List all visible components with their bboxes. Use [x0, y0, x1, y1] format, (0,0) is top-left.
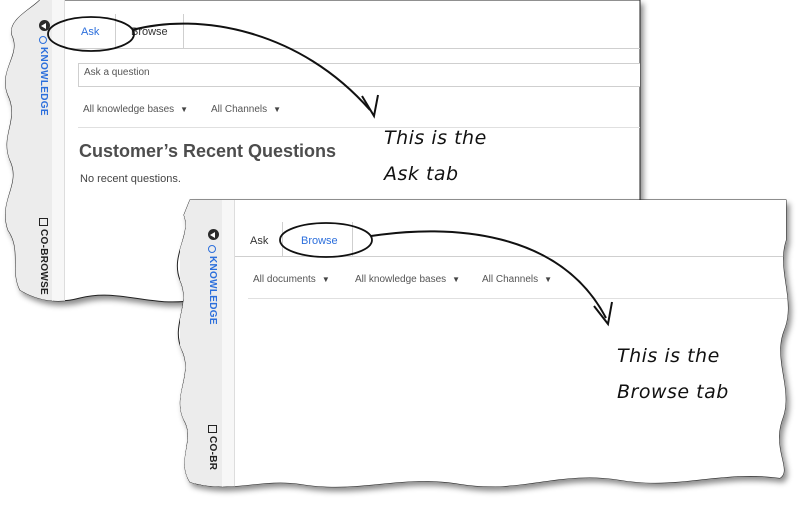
tab-divider: [352, 222, 353, 256]
collapse-arrow-icon[interactable]: [39, 20, 50, 31]
sidebar-panel-edge: [52, 0, 65, 330]
caret-down-icon: ▼: [321, 275, 330, 284]
channels-dropdown-label: All Channels: [211, 104, 268, 115]
sidebar-cobrowse-label: CO-BR: [207, 436, 218, 471]
filter-divider: [248, 298, 793, 299]
sidebar-cobrowse-label: CO-BROWSE: [38, 229, 49, 296]
ask-tab-callout: This is the Ask tab: [384, 120, 487, 192]
ask-question-input[interactable]: Ask a question: [78, 63, 648, 87]
documents-dropdown-label: All documents: [253, 274, 316, 285]
caret-down-icon: ▼: [273, 105, 282, 114]
recent-questions-heading: Customer’s Recent Questions: [79, 141, 337, 161]
caret-down-icon: ▼: [544, 275, 553, 284]
knowledge-base-dropdown-label: All knowledge bases: [83, 104, 175, 115]
caret-down-icon: ▼: [452, 275, 461, 284]
sidebar-tab-cobrowse[interactable]: CO-BROWSE: [38, 218, 49, 295]
tab-ask[interactable]: Ask: [250, 235, 268, 247]
sidebar-knowledge-label: KNOWLEDGE: [207, 256, 218, 325]
knowledge-base-dropdown-label: All knowledge bases: [355, 274, 447, 285]
tab-ask[interactable]: Ask: [81, 26, 99, 38]
tab-divider: [115, 14, 116, 48]
channels-dropdown-label: All Channels: [482, 274, 539, 285]
knowledge-base-dropdown[interactable]: All knowledge bases ▼: [355, 274, 460, 285]
lightbulb-icon: [39, 36, 47, 44]
collapse-arrow-icon[interactable]: [208, 229, 219, 240]
filter-divider: [78, 127, 648, 128]
empty-state-text: No recent questions.: [80, 173, 181, 185]
screen-icon: [39, 218, 48, 226]
tab-divider: [282, 222, 283, 256]
sidebar-panel-edge: [222, 200, 235, 500]
lightbulb-icon: [208, 245, 216, 253]
documents-dropdown[interactable]: All documents ▼: [253, 274, 330, 285]
ask-callout-line1: This is the: [384, 127, 487, 149]
tab-browse[interactable]: Browse: [301, 235, 338, 247]
tab-divider: [183, 14, 184, 48]
browse-callout-line1: This is the: [617, 345, 720, 367]
sidebar-tab-knowledge[interactable]: KNOWLEDGE: [38, 36, 49, 116]
browse-tab-callout: This is the Browse tab: [617, 338, 729, 410]
sidebar-knowledge-label: KNOWLEDGE: [38, 47, 49, 116]
knowledge-base-dropdown[interactable]: All knowledge bases ▼: [83, 104, 188, 115]
screen-icon: [208, 425, 217, 433]
caret-down-icon: ▼: [180, 105, 189, 114]
tab-browse[interactable]: Browse: [131, 26, 168, 38]
browse-callout-line2: Browse tab: [617, 381, 729, 403]
sidebar-tab-cobrowse[interactable]: CO-BR: [207, 425, 218, 470]
channels-dropdown[interactable]: All Channels ▼: [482, 274, 552, 285]
channels-dropdown[interactable]: All Channels ▼: [211, 104, 281, 115]
sidebar-tab-knowledge[interactable]: KNOWLEDGE: [207, 245, 218, 325]
ask-callout-line2: Ask tab: [384, 163, 459, 185]
